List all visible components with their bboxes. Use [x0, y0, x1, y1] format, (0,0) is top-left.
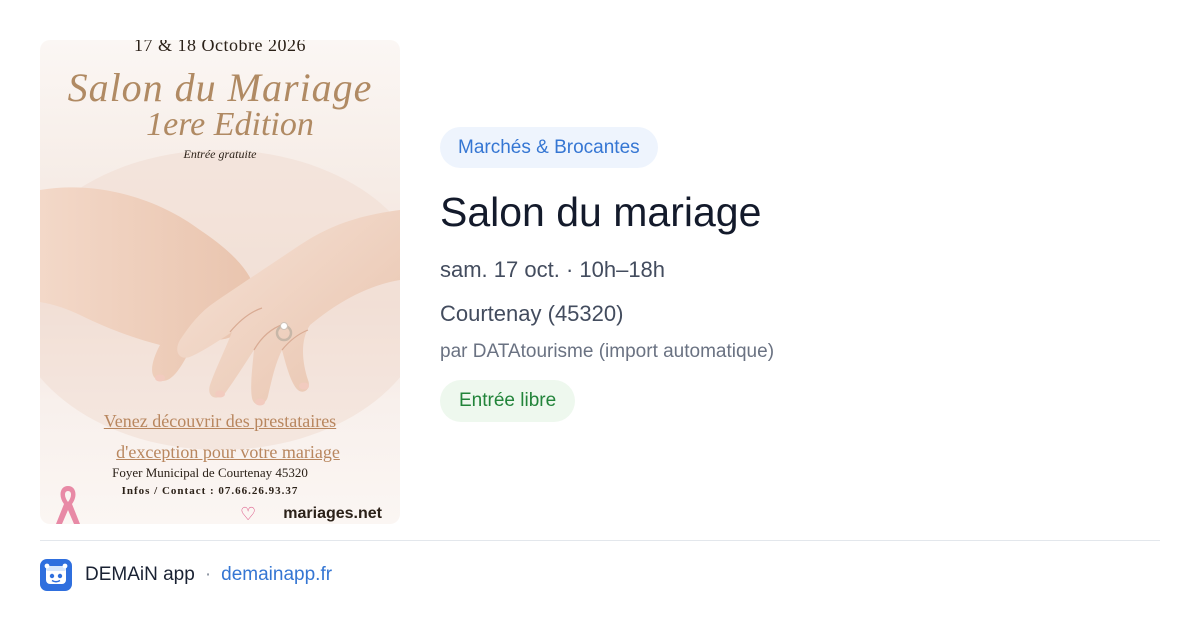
footer-divider	[40, 540, 1160, 541]
event-info: Marchés & Brocantes Salon du mariage sam…	[440, 127, 1160, 422]
price-badge: Entrée libre	[440, 380, 576, 422]
app-domain-link[interactable]: demainapp.fr	[221, 564, 332, 586]
poster-tagline-line1: Venez découvrir des prestataires	[103, 411, 337, 431]
demain-app-icon[interactable]	[40, 559, 72, 591]
poster-title-line2: 1ere Edition	[146, 106, 314, 143]
poster-tagline-line2: d'exception pour votre mariage	[116, 442, 340, 462]
footer-separator: ·	[204, 564, 212, 585]
event-source: par DATAtourisme (import automatique)	[440, 341, 775, 362]
category-badge[interactable]: Marchés & Brocantes	[440, 127, 658, 168]
footer: DEMAiN app · demainapp.fr	[40, 559, 332, 591]
app-name: DEMAiN app	[85, 564, 195, 585]
event-poster-image[interactable]: 17 & 18 Octobre 2026 Salon du Mariage 1e…	[40, 40, 400, 524]
poster-entry-note: Entrée gratuite	[183, 147, 257, 161]
poster-title-line1: Salon du Mariage	[67, 65, 373, 110]
heart-icon: ♡	[240, 504, 257, 524]
event-title[interactable]: Salon du mariage	[440, 187, 1160, 237]
poster-venue: Foyer Municipal de Courtenay 45320	[112, 465, 308, 480]
event-location: Courtenay (45320)	[440, 301, 624, 326]
event-datetime: sam. 17 oct. · 10h–18h	[440, 257, 666, 282]
poster-contact: Infos / Contact : 07.66.26.93.37	[121, 485, 299, 497]
poster-brand: mariages.net	[283, 505, 382, 522]
poster-dates: 17 & 18 Octobre 2026	[134, 40, 306, 55]
